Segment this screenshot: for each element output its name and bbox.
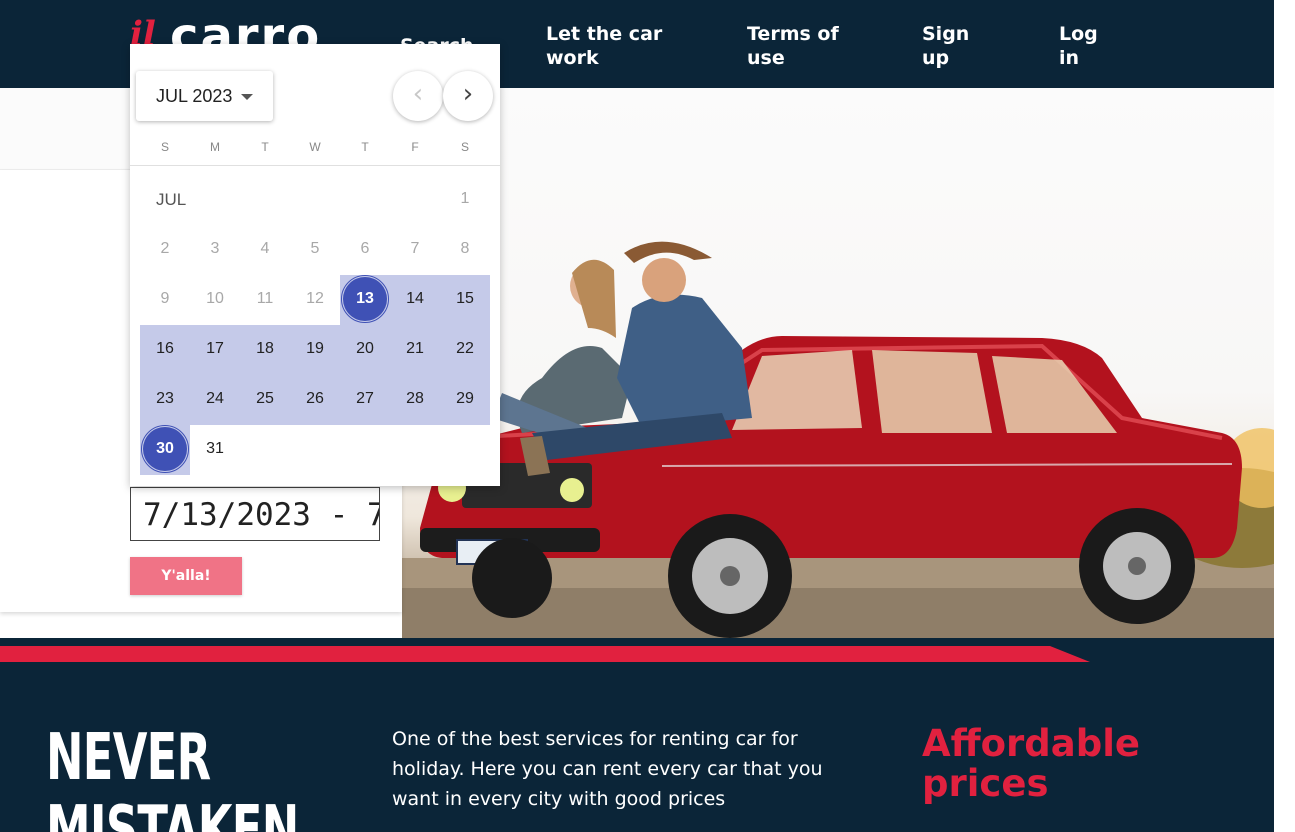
- calendar-day[interactable]: 20: [340, 324, 390, 374]
- hero-illustration: [402, 241, 1274, 638]
- calendar-day[interactable]: 15: [440, 274, 490, 324]
- nav-terms-of-use[interactable]: Terms of use: [747, 22, 839, 70]
- nav-log-in[interactable]: Log in: [1059, 22, 1098, 70]
- calendar-day[interactable]: 16: [140, 324, 190, 374]
- calendar-day[interactable]: 27: [340, 374, 390, 424]
- calendar-day: 9: [160, 290, 170, 307]
- hero-image-couple-on-red-car: [402, 88, 1274, 638]
- calendar-day[interactable]: 14: [390, 274, 440, 324]
- calendar-day[interactable]: 22: [440, 324, 490, 374]
- nav-sign-up[interactable]: Sign up: [922, 22, 969, 70]
- yalla-submit-button[interactable]: Y'alla!: [130, 557, 242, 595]
- calendar-day: 6: [360, 240, 370, 257]
- red-stripe: [0, 646, 1090, 662]
- calendar-day: 8: [460, 240, 470, 257]
- date-range-calendar: JUL 2023 ‹ › S M T W T F S JUL 123456789…: [130, 44, 500, 486]
- calendar-day: 12: [306, 290, 324, 307]
- dates-input[interactable]: 7/13/2023 - 7/30/2023: [130, 487, 380, 541]
- calendar-day: 5: [310, 240, 320, 257]
- calendar-day: 11: [256, 290, 274, 307]
- promo-headline: NEVER MISTAKEN: [46, 721, 299, 832]
- calendar-day: 1: [460, 190, 470, 207]
- calendar-day[interactable]: 19: [290, 324, 340, 374]
- calendar-day[interactable]: 26: [290, 374, 340, 424]
- calendar-day[interactable]: 18: [240, 324, 290, 374]
- calendar-day[interactable]: 30: [140, 424, 190, 474]
- calendar-day[interactable]: 28: [390, 374, 440, 424]
- nav-let-the-car-work[interactable]: Let the car work: [546, 22, 662, 70]
- calendar-days-grid: 1 2 3 4 5 6 7 8 9 10 11 12 13 14 15 16 17 18 19 20 21 22 23 24 2…: [130, 44, 500, 486]
- promo-description: One of the best services for renting car…: [392, 728, 823, 810]
- feature-title: Affordable prices: [922, 722, 1140, 805]
- calendar-day[interactable]: 13: [340, 274, 390, 324]
- calendar-day: 3: [210, 240, 220, 257]
- calendar-day: 7: [410, 240, 420, 257]
- calendar-day: 4: [260, 240, 270, 257]
- calendar-day[interactable]: 29: [440, 374, 490, 424]
- calendar-day[interactable]: 17: [190, 324, 240, 374]
- calendar-day: 10: [206, 290, 224, 307]
- page: il carro Search Let the car work Terms o…: [0, 0, 1274, 832]
- calendar-day[interactable]: 21: [390, 324, 440, 374]
- calendar-day[interactable]: 24: [190, 374, 240, 424]
- calendar-day[interactable]: 23: [140, 374, 190, 424]
- calendar-day: 2: [160, 240, 170, 257]
- calendar-day[interactable]: 31: [190, 424, 240, 474]
- calendar-day[interactable]: 25: [240, 374, 290, 424]
